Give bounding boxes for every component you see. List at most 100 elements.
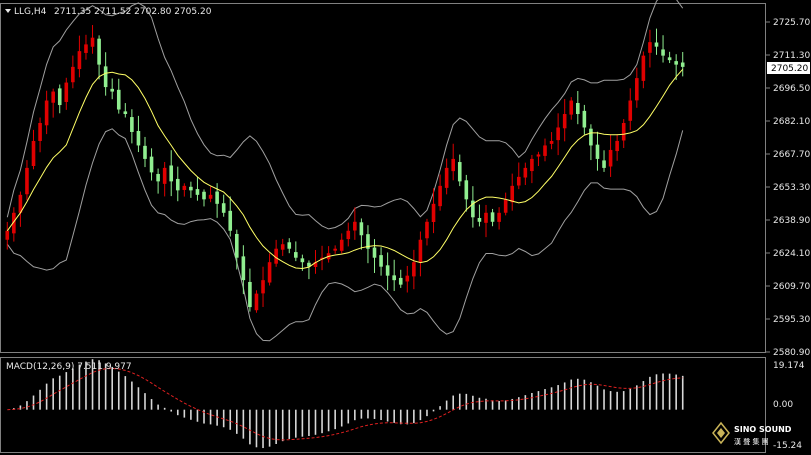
candle[interactable] (497, 207, 501, 230)
candle[interactable] (287, 238, 292, 254)
candle[interactable] (44, 90, 49, 135)
candle[interactable] (234, 229, 239, 270)
candle[interactable] (536, 151, 541, 167)
candle[interactable] (530, 154, 534, 184)
candle[interactable] (130, 109, 134, 144)
candle[interactable] (254, 290, 259, 313)
candle[interactable] (490, 208, 495, 227)
candle[interactable] (602, 150, 606, 172)
candle[interactable] (569, 97, 574, 120)
candle[interactable] (412, 249, 416, 290)
candle[interactable] (615, 134, 619, 161)
candle[interactable] (71, 55, 75, 89)
candle[interactable] (484, 204, 488, 238)
candle[interactable] (333, 245, 337, 254)
candle[interactable] (64, 77, 69, 110)
candle[interactable] (182, 183, 187, 197)
candle[interactable] (595, 131, 600, 171)
candle[interactable] (556, 113, 560, 156)
candle[interactable] (221, 194, 226, 217)
candle[interactable] (202, 189, 206, 207)
candle[interactable] (562, 99, 567, 142)
candle[interactable] (156, 168, 160, 194)
candle[interactable] (294, 241, 298, 262)
candle[interactable] (57, 84, 62, 114)
candle[interactable] (523, 162, 528, 186)
candle[interactable] (549, 132, 554, 150)
candle[interactable] (379, 247, 383, 276)
candle[interactable] (208, 186, 213, 203)
candle[interactable] (444, 158, 449, 195)
candle[interactable] (464, 174, 469, 212)
candle[interactable] (25, 160, 29, 201)
candle[interactable] (543, 138, 547, 162)
candle[interactable] (589, 124, 593, 161)
candle[interactable] (195, 176, 200, 201)
candle[interactable] (608, 134, 613, 177)
candle[interactable] (326, 246, 331, 263)
candle[interactable] (97, 35, 101, 80)
candle[interactable] (582, 104, 587, 135)
candle[interactable] (359, 218, 364, 250)
candle[interactable] (116, 78, 121, 114)
candle[interactable] (339, 233, 344, 254)
candle[interactable] (425, 218, 429, 246)
candle[interactable] (503, 192, 508, 216)
candle[interactable] (51, 88, 55, 118)
candle[interactable] (575, 91, 580, 125)
candle[interactable] (38, 117, 42, 153)
candle[interactable] (366, 225, 370, 264)
candle[interactable] (372, 239, 377, 273)
candle[interactable] (149, 148, 154, 181)
chart-window[interactable]: LLG,H4 2711.35 2711.52 2702.80 2705.20 2… (0, 0, 811, 455)
candle[interactable] (438, 174, 442, 211)
candle[interactable] (516, 162, 521, 190)
candle[interactable] (143, 136, 147, 168)
candle[interactable] (320, 245, 324, 271)
candle[interactable] (228, 196, 233, 237)
candle[interactable] (641, 51, 646, 89)
candle[interactable] (635, 67, 639, 108)
candle[interactable] (346, 222, 351, 247)
candle[interactable] (18, 191, 23, 227)
candle[interactable] (261, 266, 265, 307)
candle[interactable] (661, 35, 665, 63)
candle[interactable] (31, 129, 36, 170)
candle[interactable] (451, 143, 456, 181)
candle[interactable] (189, 181, 193, 198)
candle[interactable] (110, 78, 115, 100)
candle[interactable] (385, 252, 390, 291)
candle[interactable] (175, 166, 180, 202)
candle[interactable] (248, 268, 252, 312)
candle[interactable] (648, 29, 652, 68)
candlesticks[interactable] (5, 25, 685, 313)
candle[interactable] (457, 154, 462, 187)
candle[interactable] (123, 103, 128, 118)
candle[interactable] (471, 186, 475, 228)
candle[interactable] (510, 173, 515, 211)
candle[interactable] (241, 245, 246, 295)
candle[interactable] (307, 260, 311, 280)
candle[interactable] (353, 207, 357, 240)
candle[interactable] (680, 51, 685, 77)
candle[interactable] (654, 28, 659, 55)
candle[interactable] (628, 88, 633, 131)
dropdown-triangle-icon[interactable] (5, 9, 11, 13)
chart-canvas[interactable]: LLG,H4 2711.35 2711.52 2702.80 2705.20 2… (0, 0, 811, 455)
candle[interactable] (418, 231, 423, 277)
candle[interactable] (392, 259, 396, 291)
candle[interactable] (667, 51, 672, 64)
candle[interactable] (136, 115, 141, 153)
candle[interactable] (405, 265, 410, 293)
candle[interactable] (162, 162, 167, 197)
candle[interactable] (477, 204, 482, 227)
candle[interactable] (90, 25, 95, 54)
candle[interactable] (77, 35, 82, 78)
candle[interactable] (12, 207, 16, 242)
candle[interactable] (280, 238, 285, 256)
candle[interactable] (267, 253, 272, 286)
candle[interactable] (398, 269, 403, 288)
candle[interactable] (169, 150, 174, 197)
candle[interactable] (274, 239, 278, 267)
candle[interactable] (84, 34, 88, 60)
